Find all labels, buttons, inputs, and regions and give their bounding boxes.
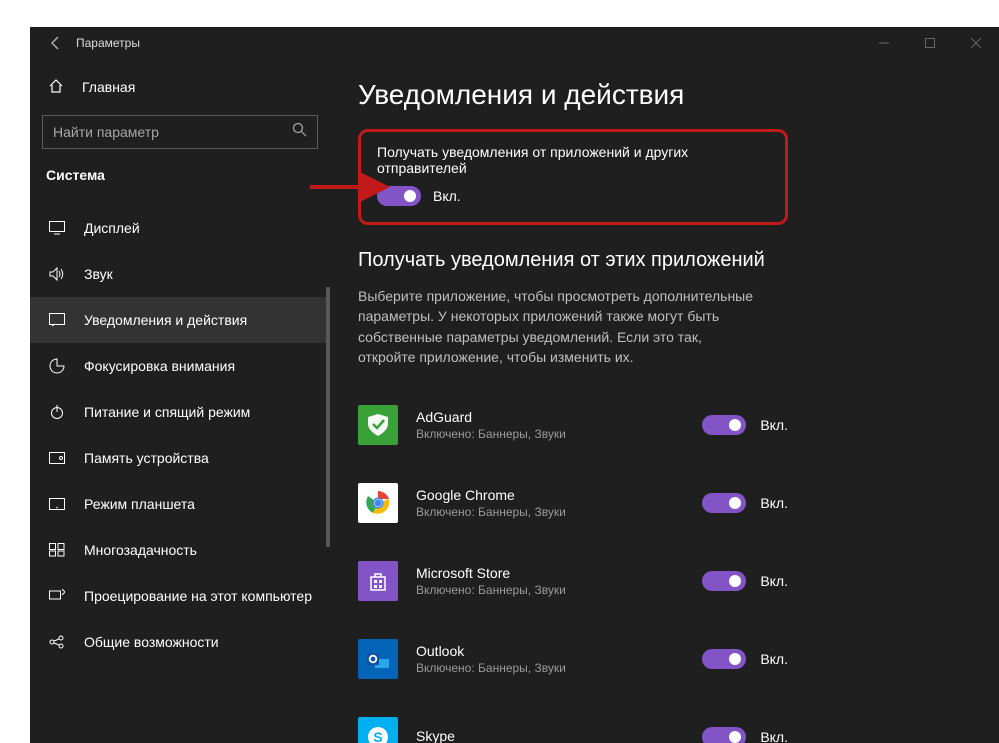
svg-text:S: S [373, 729, 382, 743]
nav-label: Питание и спящий режим [84, 404, 250, 420]
shared-icon [48, 635, 66, 649]
adguard-icon [358, 405, 398, 445]
app-toggle[interactable] [702, 571, 746, 591]
app-toggle[interactable] [702, 727, 746, 743]
section-title: Получать уведомления от этих приложений [358, 249, 971, 272]
minimize-button[interactable] [861, 27, 907, 59]
app-subtitle: Включено: Баннеры, Звуки [416, 583, 684, 597]
nav-label: Многозадачность [84, 542, 197, 558]
nav-item-notifications[interactable]: Уведомления и действия [30, 297, 330, 343]
nav-item-focus[interactable]: Фокусировка внимания [30, 343, 330, 389]
home-link[interactable]: Главная [30, 67, 330, 107]
nav-list: Дисплей Звук Уведомления и действия Фоку… [30, 205, 330, 715]
tablet-icon [48, 498, 66, 511]
back-button[interactable] [42, 29, 70, 57]
projecting-icon [48, 589, 66, 603]
multitask-icon [48, 543, 66, 557]
app-toggle[interactable] [702, 415, 746, 435]
sound-icon [48, 267, 66, 281]
home-icon [48, 78, 64, 97]
category-label: Система [30, 155, 330, 195]
home-label: Главная [82, 79, 135, 95]
notifications-master-toggle-highlight: Получать уведомления от приложений и дру… [358, 129, 788, 225]
nav-item-power[interactable]: Питание и спящий режим [30, 389, 330, 435]
window-title: Параметры [76, 36, 140, 50]
search-icon [292, 122, 307, 142]
app-row-skype[interactable]: S Skype Вкл. [358, 705, 788, 743]
app-name: Google Chrome [416, 487, 684, 503]
app-toggle[interactable] [702, 493, 746, 513]
search-box[interactable] [42, 115, 318, 149]
nav-item-storage[interactable]: Память устройства [30, 435, 330, 481]
app-toggle-state: Вкл. [760, 573, 788, 589]
app-toggle-state: Вкл. [760, 729, 788, 743]
app-subtitle: Включено: Баннеры, Звуки [416, 427, 684, 441]
app-list: AdGuard Включено: Баннеры, Звуки Вкл. Go… [358, 393, 971, 743]
app-row-chrome[interactable]: Google Chrome Включено: Баннеры, Звуки В… [358, 471, 788, 535]
app-name: AdGuard [416, 409, 684, 425]
main-content: Уведомления и действия Получать уведомле… [330, 59, 999, 743]
skype-icon: S [358, 717, 398, 743]
settings-window: Параметры Главная Система [30, 27, 999, 743]
app-name: Skype [416, 728, 684, 743]
app-row-store[interactable]: Microsoft Store Включено: Баннеры, Звуки… [358, 549, 788, 613]
page-title: Уведомления и действия [358, 79, 971, 111]
master-toggle[interactable] [377, 186, 421, 206]
nav-item-tablet[interactable]: Режим планшета [30, 481, 330, 527]
app-name: Microsoft Store [416, 565, 684, 581]
close-button[interactable] [953, 27, 999, 59]
app-subtitle: Включено: Баннеры, Звуки [416, 661, 684, 675]
focus-icon [48, 358, 66, 374]
maximize-button[interactable] [907, 27, 953, 59]
nav-item-multitask[interactable]: Многозадачность [30, 527, 330, 573]
app-toggle-state: Вкл. [760, 495, 788, 511]
nav-label: Уведомления и действия [84, 312, 247, 328]
outlook-icon [358, 639, 398, 679]
app-subtitle: Включено: Баннеры, Звуки [416, 505, 684, 519]
store-icon [358, 561, 398, 601]
nav-label: Дисплей [84, 220, 140, 236]
app-toggle-state: Вкл. [760, 417, 788, 433]
nav-item-projecting[interactable]: Проецирование на этот компьютер [30, 573, 330, 619]
section-description: Выберите приложение, чтобы просмотреть д… [358, 286, 758, 367]
app-toggle[interactable] [702, 649, 746, 669]
app-toggle-state: Вкл. [760, 651, 788, 667]
titlebar: Параметры [30, 27, 999, 59]
app-row-adguard[interactable]: AdGuard Включено: Баннеры, Звуки Вкл. [358, 393, 788, 457]
storage-icon [48, 452, 66, 464]
power-icon [48, 404, 66, 420]
search-input[interactable] [53, 124, 292, 140]
sidebar: Главная Система Дисплей Звук [30, 59, 330, 743]
nav-label: Память устройства [84, 450, 209, 466]
notifications-icon [48, 313, 66, 327]
app-name: Outlook [416, 643, 684, 659]
nav-label: Проецирование на этот компьютер [84, 588, 312, 604]
nav-item-shared[interactable]: Общие возможности [30, 619, 330, 665]
nav-label: Звук [84, 266, 113, 282]
master-toggle-label: Получать уведомления от приложений и дру… [377, 144, 769, 176]
nav-item-sound[interactable]: Звук [30, 251, 330, 297]
chrome-icon [358, 483, 398, 523]
display-icon [48, 221, 66, 235]
nav-label: Фокусировка внимания [84, 358, 235, 374]
app-row-outlook[interactable]: Outlook Включено: Баннеры, Звуки Вкл. [358, 627, 788, 691]
master-toggle-state: Вкл. [433, 188, 461, 204]
nav-item-display[interactable]: Дисплей [30, 205, 330, 251]
nav-label: Режим планшета [84, 496, 195, 512]
nav-label: Общие возможности [84, 634, 219, 650]
